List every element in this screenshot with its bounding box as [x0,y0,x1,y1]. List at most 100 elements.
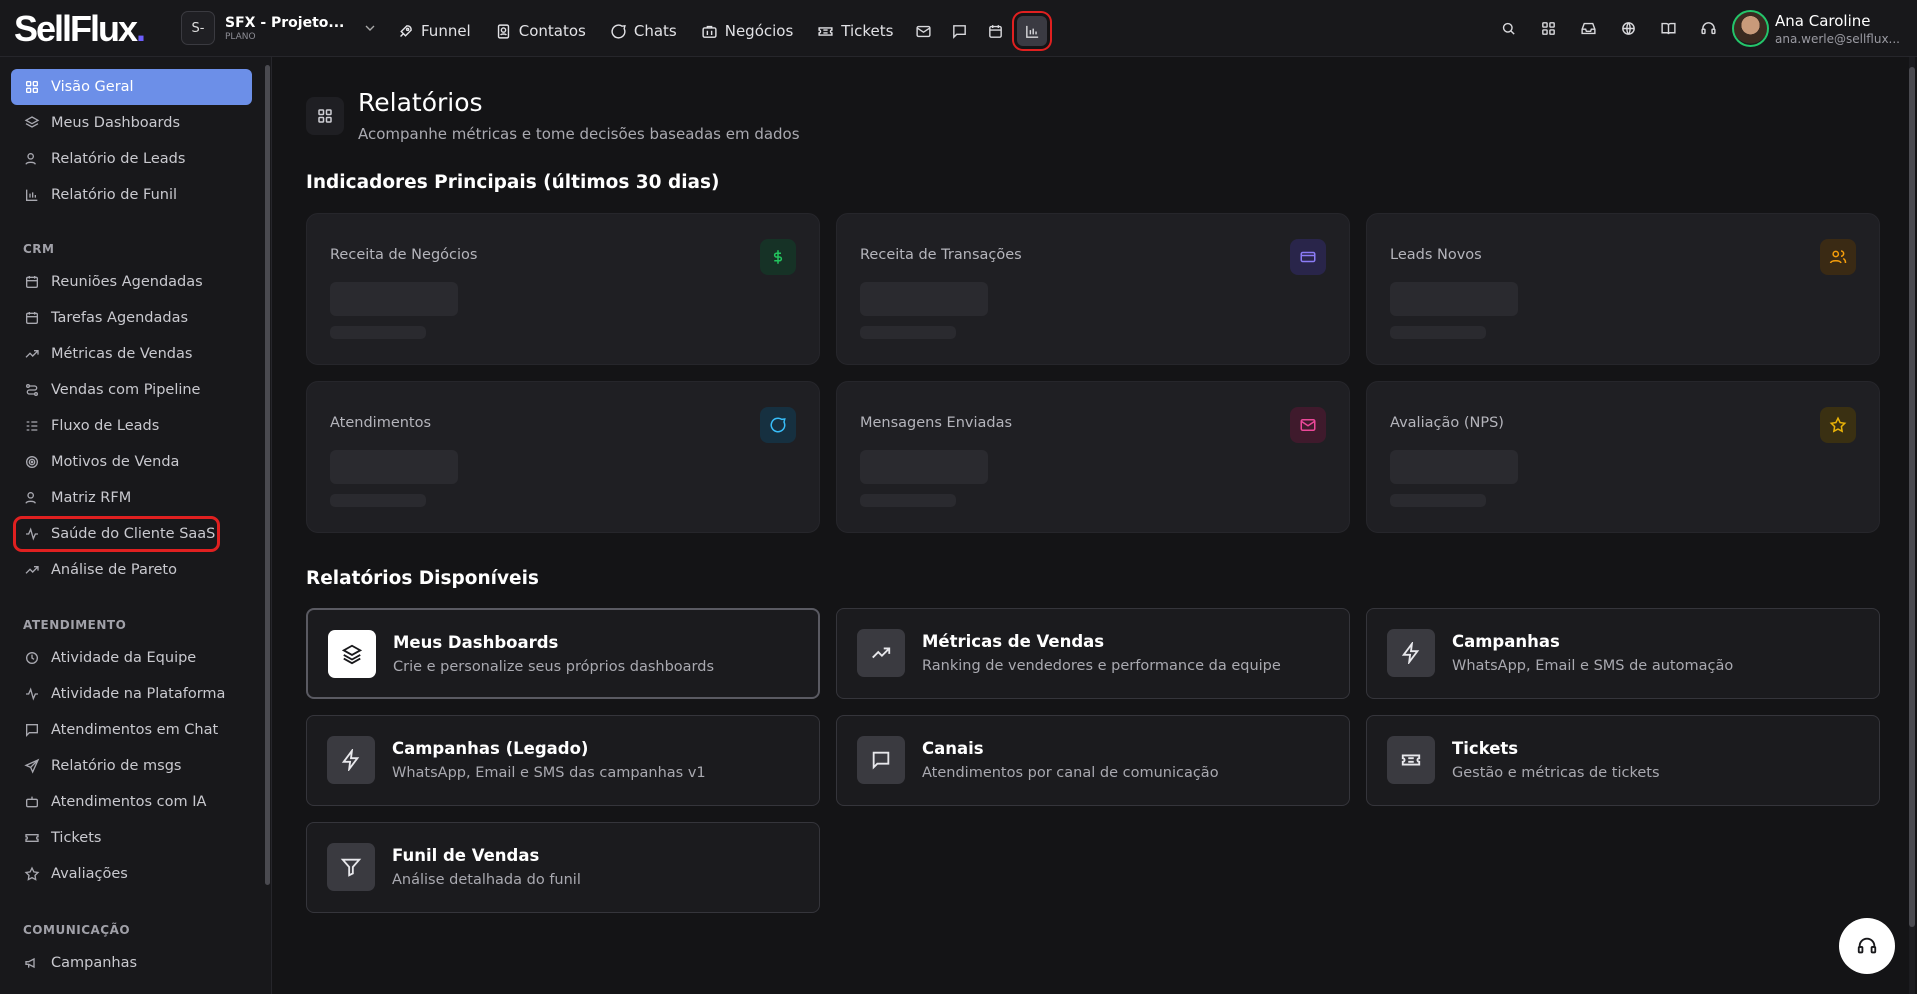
users-icon [25,153,36,165]
kpi-card-receita-transacoes: Receita de Transações [836,213,1350,365]
ticket-icon [1401,754,1421,766]
report-card-tickets[interactable]: Tickets Gestão e métricas de tickets [1366,715,1880,806]
workspace-avatar: S- [181,11,215,45]
kpi-label: Receita de Transações [860,247,1022,263]
kpi-sub-skeleton [330,326,426,339]
support-fab[interactable] [1839,918,1895,974]
kpi-card-nps: Avaliação (NPS) [1366,381,1880,533]
report-card-campanhas[interactable]: Campanhas WhatsApp, Email e SMS de autom… [1366,608,1880,699]
top-nav: Funnel Contatos Chats Negócios Tickets [385,13,1051,49]
support-button[interactable] [1688,13,1728,43]
sidebar-item-atividade-equipe[interactable]: Atividade da Equipe [11,640,252,676]
kpi-icon-badge [760,407,796,443]
nav-mail-button[interactable] [905,13,941,49]
inbox-button[interactable] [1568,13,1608,43]
report-icon [857,736,905,784]
page-subtitle: Acompanhe métricas e tome decisões basea… [358,125,800,143]
kpi-card-atendimentos: Atendimentos [306,381,820,533]
kpi-sub-skeleton [1390,494,1486,507]
nav-negocios[interactable]: Negócios [689,16,806,46]
report-title: Meus Dashboards [393,633,559,652]
chevron-down-icon [365,25,375,31]
sidebar-item-atividade-plataforma[interactable]: Atividade na Plataforma [11,676,252,712]
sidebar-item-fluxo-leads[interactable]: Fluxo de Leads [11,408,252,444]
grid-icon [318,109,332,123]
sidebar-item-visao-geral[interactable]: Visão Geral [11,69,252,105]
report-card-campanhas-legado[interactable]: Campanhas (Legado) WhatsApp, Email e SMS… [306,715,820,806]
report-icon [857,629,905,677]
kpi-label: Avaliação (NPS) [1390,415,1504,431]
kpi-label: Atendimentos [330,415,432,431]
sidebar-item-meus-dashboards[interactable]: Meus Dashboards [11,105,252,141]
sidebar-item-motivos-venda[interactable]: Motivos de Venda [11,444,252,480]
sidebar-item-matriz-rfm[interactable]: Matriz RFM [11,480,252,516]
sidebar: Visão Geral Meus Dashboards Relatório de… [0,57,272,994]
kpi-value-skeleton [860,450,988,484]
ticket-icon [25,834,39,842]
report-card-funil-vendas[interactable]: Funil de Vendas Análise detalhada do fun… [306,822,820,913]
sidebar-section-atendimento: ATENDIMENTO [23,618,127,632]
sidebar-item-pareto[interactable]: Análise de Pareto [11,552,252,588]
sidebar-item-relatorio-funil[interactable]: Relatório de Funil [11,177,252,213]
sidebar-item-campanhas[interactable]: Campanhas [11,945,252,981]
report-description: Ranking de vendedores e performance da e… [922,658,1281,674]
report-description: Atendimentos por canal de comunicação [922,765,1219,781]
sidebar-item-relatorio-leads[interactable]: Relatório de Leads [11,141,252,177]
sidebar-item-vendas-pipeline[interactable]: Vendas com Pipeline [11,372,252,408]
briefcase-icon [702,25,717,38]
nav-contatos[interactable]: Contatos [483,16,598,46]
report-title: Canais [922,739,984,758]
docs-button[interactable] [1648,13,1688,43]
kpi-sub-skeleton [1390,326,1486,339]
search-button[interactable] [1488,13,1528,43]
report-title: Métricas de Vendas [922,632,1105,651]
sidebar-item-reunioes[interactable]: Reuniões Agendadas [11,264,252,300]
globe-icon [1621,21,1635,35]
workspace-switcher[interactable]: S- SFX - Projeto... PLANO [181,11,378,45]
layers-icon [341,644,363,665]
sidebar-section-comunicacao: COMUNICAÇÃO [23,923,131,937]
sidebar-item-relatorio-msgs[interactable]: Relatório de msgs [11,748,252,784]
globe-button[interactable] [1608,13,1648,43]
nav-reports-button[interactable] [1017,16,1048,46]
activity-icon [26,687,38,701]
nav-messages-button[interactable] [941,13,977,49]
nav-chats[interactable]: Chats [598,16,689,46]
sidebar-item-tickets[interactable]: Tickets [11,820,252,856]
kpi-icon-badge [1290,407,1326,443]
report-description: Análise detalhada do funil [392,872,581,888]
kpi-value-skeleton [330,282,458,316]
headset-icon [1700,21,1716,34]
sidebar-item-tarefas[interactable]: Tarefas Agendadas [11,300,252,336]
list-icon [26,421,38,431]
apps-button[interactable] [1528,13,1568,43]
nav-calendar-button[interactable] [977,13,1013,49]
sidebar-item-atendimentos-chat[interactable]: Atendimentos em Chat [11,712,252,748]
nav-tickets[interactable]: Tickets [805,16,905,46]
chat-icon [611,23,626,39]
nav-funnel[interactable]: Funnel [385,16,483,46]
kpi-label: Leads Novos [1390,247,1482,263]
user-menu[interactable]: Ana Caroline ana.werle@sellflux... [1732,10,1900,47]
sidebar-item-saude-cliente[interactable]: Saúde do Cliente SaaS [13,516,220,552]
report-card-metricas-vendas[interactable]: Métricas de Vendas Ranking de vendedores… [836,608,1350,699]
send-icon [24,758,40,774]
report-card-meus-dashboards[interactable]: Meus Dashboards Crie e personalize seus … [306,608,820,699]
bot-icon [26,796,38,808]
report-card-canais[interactable]: Canais Atendimentos por canal de comunic… [836,715,1350,806]
sidebar-scrollbar[interactable] [265,65,270,885]
sellflux-logo[interactable]: SellFlux. [14,8,146,50]
sidebar-item-metricas-vendas[interactable]: Métricas de Vendas [11,336,252,372]
main-scrollbar[interactable] [1909,57,1915,994]
kpi-value-skeleton [330,450,458,484]
kpi-card-leads-novos: Leads Novos [1366,213,1880,365]
sidebar-item-avaliacoes[interactable]: Avaliações [11,856,252,892]
top-bar: SellFlux. S- SFX - Projeto... PLANO Funn… [0,0,1917,57]
rocket-icon [400,24,412,37]
kpi-section-title: Indicadores Principais (últimos 30 dias) [306,172,720,193]
sidebar-item-atendimentos-ia[interactable]: Atendimentos com IA [11,784,252,820]
calendar-clock-icon [26,276,38,288]
bar-chart-icon [1026,25,1039,38]
main-content: Relatórios Acompanhe métricas e tome dec… [272,57,1917,994]
report-description: Gestão e métricas de tickets [1452,765,1660,781]
